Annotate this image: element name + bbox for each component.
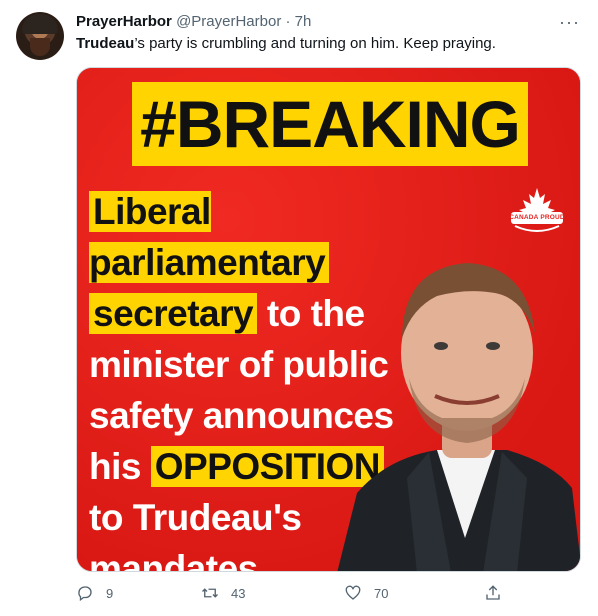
separator-dot: · <box>285 13 291 30</box>
headline-highlight-1: Liberal parliamentary <box>89 191 330 283</box>
like-count: 70 <box>374 585 389 601</box>
avatar-hood <box>22 14 58 34</box>
avatar-beard <box>30 38 50 56</box>
handle[interactable]: @PrayerHarbor <box>176 13 281 30</box>
avatar[interactable] <box>16 12 64 60</box>
timestamp[interactable]: 7h <box>295 13 312 30</box>
reply-button[interactable]: 9 <box>76 582 113 604</box>
retweet-count: 43 <box>231 585 246 601</box>
tweet-text-rest: ’s party is crumbling and turning on him… <box>134 35 496 52</box>
canada-proud-logo <box>511 188 563 232</box>
like-button[interactable]: 70 <box>344 582 388 604</box>
tweet-image[interactable]: #BREAKING Liberal parliamentary secretar… <box>76 67 581 572</box>
tweet-text: Trudeau’s party is crumbling and turning… <box>76 34 578 54</box>
headline-line-5: his <box>89 446 151 487</box>
share-icon <box>486 585 500 600</box>
person-photo <box>337 263 580 571</box>
headline-highlight-2: secretary <box>89 293 258 334</box>
heart-icon <box>345 585 361 600</box>
tweet-actions: 9 43 70 <box>76 582 516 604</box>
tweet-text-bold: Trudeau <box>76 35 135 52</box>
more-options-icon[interactable]: ··· <box>559 12 580 32</box>
share-button[interactable] <box>484 582 514 604</box>
retweet-icon <box>202 588 218 598</box>
reply-count: 9 <box>106 585 114 601</box>
tweet-header: PrayerHarbor @PrayerHarbor · 7h <box>76 12 578 32</box>
display-name[interactable]: PrayerHarbor <box>76 13 172 30</box>
breaking-text: #BREAKING <box>140 87 521 161</box>
logo-text: CANADA PROUD <box>509 214 565 221</box>
retweet-button[interactable]: 43 <box>201 582 245 604</box>
headline-line-7: mandates. <box>89 548 268 572</box>
reply-icon <box>78 586 92 602</box>
headline-line-6: to Trudeau's <box>89 497 302 538</box>
